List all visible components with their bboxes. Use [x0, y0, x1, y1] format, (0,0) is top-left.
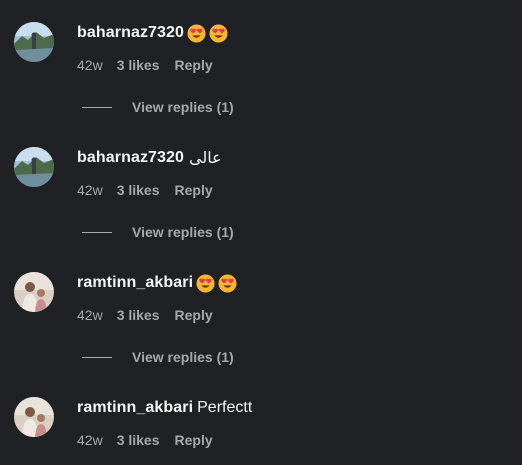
username-link[interactable]: ramtinn_akbari [77, 399, 193, 417]
likes-count[interactable]: 3 likes [117, 57, 160, 73]
comment-meta: 42w 3 likes Reply [77, 306, 213, 324]
comment-text: عالی [189, 150, 222, 167]
comment-meta: 42w 3 likes Reply [77, 181, 213, 199]
view-replies-button[interactable]: View replies (1) [82, 223, 234, 241]
replies-divider [82, 356, 112, 358]
reply-button[interactable]: Reply [175, 432, 213, 448]
comment-header: ramtinn_akbari [77, 272, 237, 294]
timestamp[interactable]: 42w [77, 307, 103, 323]
landscape-avatar-image [14, 22, 54, 62]
reply-button[interactable]: Reply [175, 57, 213, 73]
view-replies-label: View replies (1) [132, 224, 234, 240]
comment-header: baharnaz7320 [77, 22, 228, 44]
likes-count[interactable]: 3 likes [117, 307, 160, 323]
likes-count[interactable]: 3 likes [117, 182, 160, 198]
reply-button[interactable]: Reply [175, 182, 213, 198]
landscape-avatar-image [14, 147, 54, 187]
comment-meta: 42w 3 likes Reply [77, 56, 213, 74]
username-link[interactable]: baharnaz7320 [77, 149, 184, 167]
avatar[interactable] [14, 22, 54, 62]
heart-eyes-emoji-icon [218, 273, 237, 293]
view-replies-button[interactable]: View replies (1) [82, 348, 234, 366]
reply-button[interactable]: Reply [175, 307, 213, 323]
comment-meta: 42w 3 likes Reply [77, 431, 213, 449]
comment-header: baharnaz7320 عالی [77, 147, 222, 169]
heart-eyes-emoji-icon [209, 23, 228, 43]
view-replies-button[interactable]: View replies (1) [82, 98, 234, 116]
comment-header: ramtinn_akbari Perfectt [77, 397, 252, 419]
heart-eyes-emoji-icon [187, 23, 206, 43]
timestamp[interactable]: 42w [77, 182, 103, 198]
timestamp[interactable]: 42w [77, 57, 103, 73]
username-link[interactable]: ramtinn_akbari [77, 274, 193, 292]
heart-eyes-emoji-icon [196, 273, 215, 293]
username-link[interactable]: baharnaz7320 [77, 24, 184, 42]
avatar[interactable] [14, 272, 54, 312]
person-avatar-image [14, 397, 54, 437]
replies-divider [82, 231, 112, 233]
avatar[interactable] [14, 397, 54, 437]
view-replies-label: View replies (1) [132, 349, 234, 365]
replies-divider [82, 106, 112, 108]
comment-text: Perfectt [197, 399, 253, 416]
likes-count[interactable]: 3 likes [117, 432, 160, 448]
view-replies-label: View replies (1) [132, 99, 234, 115]
person-avatar-image [14, 272, 54, 312]
avatar[interactable] [14, 147, 54, 187]
timestamp[interactable]: 42w [77, 432, 103, 448]
